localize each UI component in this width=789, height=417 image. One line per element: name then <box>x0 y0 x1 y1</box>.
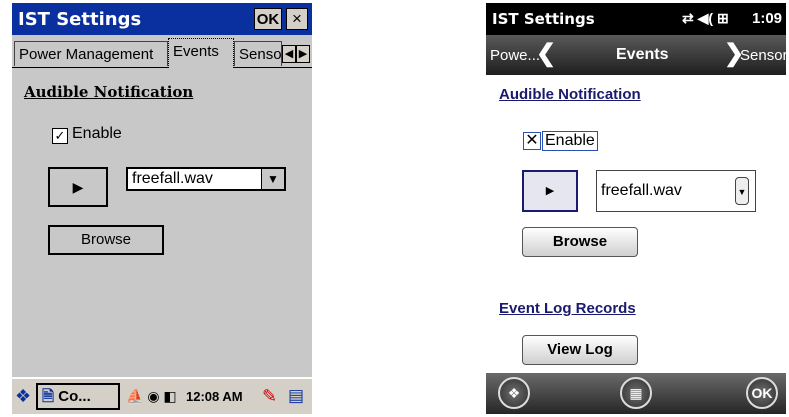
tab-strip: Power Management Events Senso ◀ ▶ <box>12 37 312 68</box>
tab-scroll-left-icon[interactable]: ◀ <box>282 45 296 63</box>
windows-start-icon[interactable]: ❖ <box>498 377 530 409</box>
app-icon: 🗎 <box>42 388 55 405</box>
section-heading-event-log-records: Event Log Records <box>499 300 636 317</box>
window-title: IST Settings <box>18 9 142 30</box>
right-device-screen: IST Settings ⇄ ◀( ⊞ 1:09 Powe... ❮ Event… <box>486 3 786 414</box>
window-title: IST Settings <box>492 10 595 28</box>
enable-label[interactable]: Enable <box>542 131 598 151</box>
status-icons[interactable]: ⇄ ◀( ⊞ <box>682 10 729 27</box>
enable-checkbox[interactable]: ✓ <box>52 128 68 144</box>
tab-power-management[interactable]: Power Management <box>14 41 168 66</box>
play-icon: ▶ <box>72 179 84 195</box>
enable-checkbox[interactable]: ✕ <box>523 132 541 150</box>
keyboard-icon[interactable]: ▦ <box>620 377 652 409</box>
chevron-down-icon[interactable]: ▼ <box>261 169 284 189</box>
status-bar: IST Settings ⇄ ◀( ⊞ 1:09 <box>486 3 786 35</box>
tab-navigation-bar: Powe... ❮ Events ❯ Sensor <box>486 35 786 75</box>
play-sound-button[interactable]: ▶ <box>48 167 108 207</box>
play-icon: ▶ <box>545 185 555 197</box>
taskbar: ❖ 🗎 Co... ⛵ ◉ ◧ 12:08 AM ✎ ▤ <box>12 377 312 414</box>
clock: 1:09 <box>752 10 783 27</box>
tray-icons[interactable]: ⛵ ◉ ◧ <box>126 388 177 405</box>
enable-label[interactable]: Enable <box>72 125 122 143</box>
tab-scroll-right-icon[interactable]: ▶ <box>296 45 310 63</box>
title-bar: IST Settings OK × <box>12 3 312 35</box>
play-sound-button[interactable]: ▶ <box>522 170 578 212</box>
chevron-down-icon[interactable]: ▼ <box>735 177 749 205</box>
previous-tab-label[interactable]: Powe... <box>490 47 540 64</box>
taskbar-app-label: Co... <box>58 388 91 405</box>
clock: 12:08 AM <box>186 389 243 404</box>
section-heading-audible-notification: Audible Notification <box>24 83 194 101</box>
close-button[interactable]: × <box>286 8 308 30</box>
tab-sensor[interactable]: Senso <box>234 41 282 66</box>
taskbar-app-button[interactable]: 🗎 Co... <box>36 383 120 410</box>
browse-button[interactable]: Browse <box>48 225 164 255</box>
bottom-softkey-bar: ❖ ▦ OK <box>486 373 786 414</box>
ok-button[interactable]: OK <box>254 8 282 30</box>
desktop-icon[interactable]: ▤ <box>288 386 304 406</box>
pen-icon[interactable]: ✎ <box>262 386 277 407</box>
left-device-screen: IST Settings OK × Power Management Event… <box>12 3 312 414</box>
view-log-button[interactable]: View Log <box>522 335 638 365</box>
section-heading-audible-notification: Audible Notification <box>499 86 641 103</box>
sound-file-value: freefall.wav <box>132 170 213 187</box>
start-icon[interactable]: ❖ <box>15 386 31 407</box>
sound-file-value: freefall.wav <box>601 182 682 199</box>
tab-events[interactable]: Events <box>168 38 234 68</box>
ok-button[interactable]: OK <box>746 377 778 409</box>
chevron-left-icon[interactable]: ❮ <box>536 39 556 68</box>
current-tab-title: Events <box>616 46 669 63</box>
sound-file-select[interactable]: freefall.wav ▼ <box>126 167 286 191</box>
next-tab-label[interactable]: Sensor <box>740 47 786 64</box>
sound-file-select[interactable]: freefall.wav ▼ <box>596 170 756 212</box>
browse-button[interactable]: Browse <box>522 227 638 257</box>
